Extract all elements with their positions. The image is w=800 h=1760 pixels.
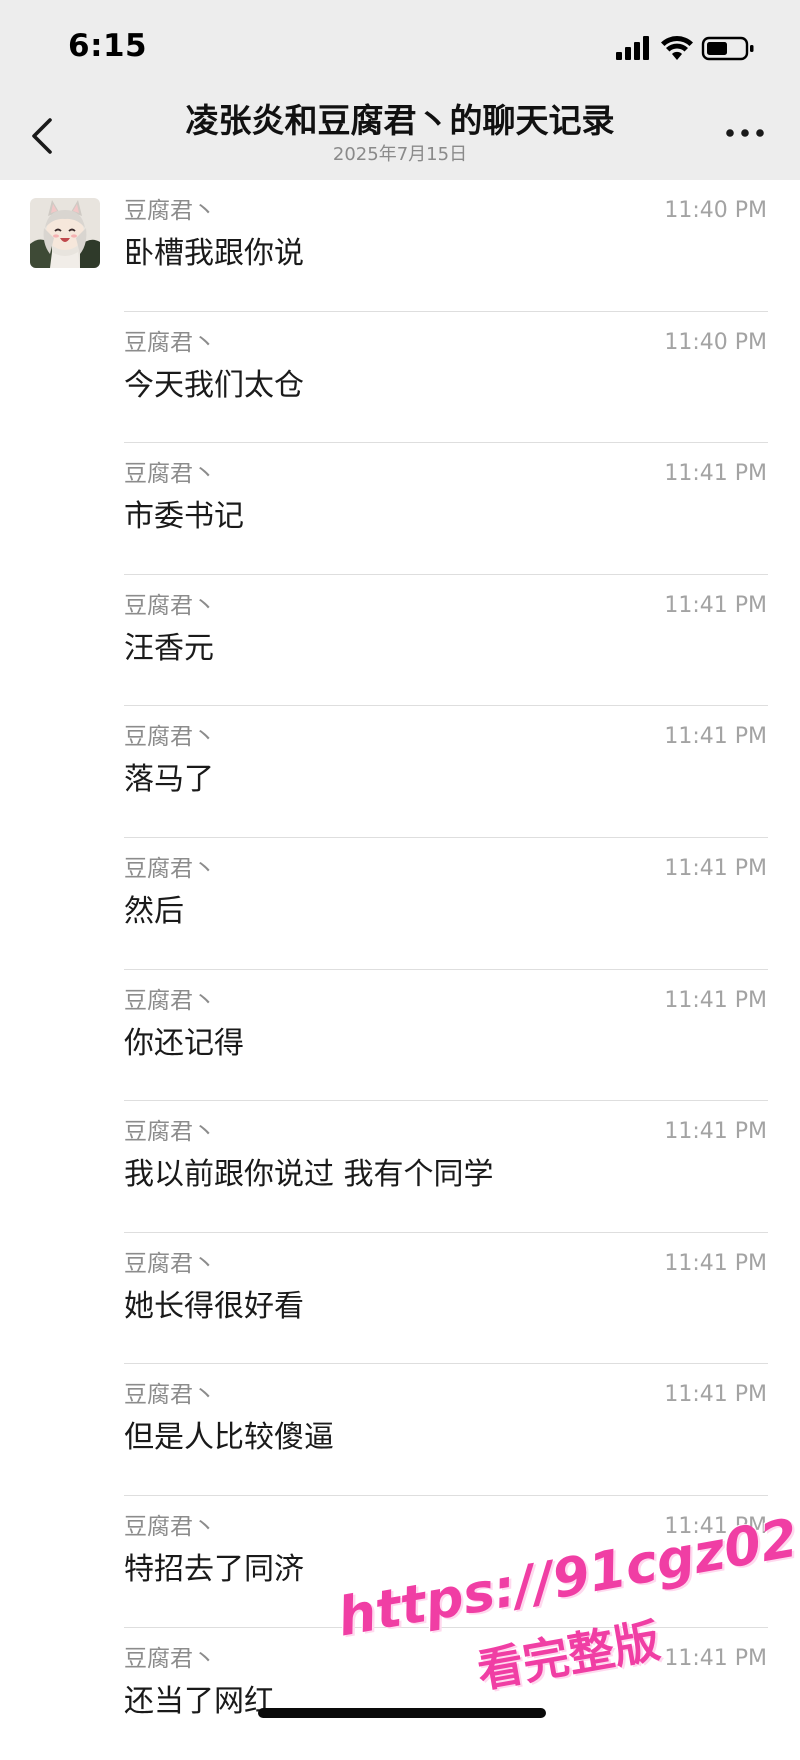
navigation-header: 6:15 凌张炎和豆腐君丶的聊天记录 2025年7月15日	[0, 0, 800, 180]
avatar-image	[30, 198, 100, 268]
message-sender: 豆腐君丶	[124, 1645, 216, 1672]
chat-date: 2025年7月15日	[332, 144, 468, 165]
message-sender: 豆腐君丶	[124, 855, 216, 882]
message-time: 11:41 PM	[664, 1250, 767, 1276]
signal-icon	[616, 36, 649, 60]
message-text[interactable]: 然后	[124, 890, 184, 934]
message-list: 豆腐君丶 11:40 PM 卧槽我跟你说 豆腐君丶 11:40 PM 今天我们太…	[0, 180, 800, 1759]
message-row[interactable]: 豆腐君丶 11:41 PM 特招去了同济	[0, 1496, 800, 1628]
message-text[interactable]: 汪香元	[124, 627, 214, 671]
message-sender: 豆腐君丶	[124, 198, 216, 224]
status-bar-icons	[616, 36, 754, 61]
message-row[interactable]: 豆腐君丶 11:41 PM 她长得很好看	[0, 1233, 800, 1365]
avatar[interactable]	[30, 198, 100, 268]
message-time: 11:40 PM	[664, 329, 767, 355]
message-time: 11:41 PM	[664, 987, 767, 1013]
message-time: 11:41 PM	[664, 724, 767, 750]
message-sender: 豆腐君丶	[124, 592, 216, 619]
message-row[interactable]: 豆腐君丶 11:41 PM 落马了	[0, 706, 800, 838]
message-text[interactable]: 我以前跟你说过 我有个同学	[124, 1153, 494, 1197]
wifi-icon	[661, 36, 693, 60]
message-time: 11:41 PM	[664, 592, 767, 618]
message-time: 11:41 PM	[664, 1119, 767, 1145]
message-text[interactable]: 市委书记	[124, 495, 244, 539]
chat-title: 凌张炎和豆腐君丶的聊天记录	[185, 101, 615, 140]
message-sender: 豆腐君丶	[124, 461, 216, 488]
back-button[interactable]	[24, 108, 64, 164]
message-sender: 豆腐君丶	[124, 329, 216, 356]
message-time: 11:41 PM	[664, 461, 767, 487]
message-row[interactable]: 豆腐君丶 11:41 PM 还当了网红	[0, 1628, 800, 1760]
message-text[interactable]: 落马了	[124, 758, 214, 802]
more-button[interactable]	[724, 118, 766, 148]
more-dots-icon	[726, 129, 764, 137]
message-row[interactable]: 豆腐君丶 11:41 PM 但是人比较傻逼	[0, 1364, 800, 1496]
battery-icon	[701, 36, 754, 61]
message-time: 11:41 PM	[664, 1382, 767, 1408]
message-sender: 豆腐君丶	[124, 1119, 216, 1146]
message-text[interactable]: 还当了网红	[124, 1680, 274, 1724]
message-text[interactable]: 卧槽我跟你说	[124, 232, 304, 276]
message-row[interactable]: 豆腐君丶 11:41 PM 汪香元	[0, 575, 800, 707]
message-sender: 豆腐君丶	[124, 1250, 216, 1277]
message-time: 11:41 PM	[664, 855, 767, 881]
title-block: 凌张炎和豆腐君丶的聊天记录 2025年7月15日	[110, 100, 690, 166]
message-row[interactable]: 豆腐君丶 11:41 PM 市委书记	[0, 443, 800, 575]
status-bar-time: 6:15	[68, 28, 148, 64]
message-row[interactable]: 豆腐君丶 11:41 PM 你还记得	[0, 970, 800, 1102]
message-sender: 豆腐君丶	[124, 987, 216, 1014]
message-sender: 豆腐君丶	[124, 1382, 216, 1409]
message-text[interactable]: 特招去了同济	[124, 1548, 304, 1592]
message-text[interactable]: 她长得很好看	[124, 1285, 304, 1329]
message-row[interactable]: 豆腐君丶 11:41 PM 我以前跟你说过 我有个同学	[0, 1101, 800, 1233]
message-time: 11:41 PM	[664, 1645, 767, 1671]
message-sender: 豆腐君丶	[124, 724, 216, 751]
home-indicator[interactable]	[258, 1708, 546, 1718]
message-text[interactable]: 今天我们太仓	[124, 364, 304, 408]
message-time: 11:41 PM	[664, 1513, 767, 1539]
chevron-left-icon	[32, 118, 52, 154]
message-row[interactable]: 豆腐君丶 11:41 PM 然后	[0, 838, 800, 970]
message-text[interactable]: 你还记得	[124, 1022, 244, 1066]
message-sender: 豆腐君丶	[124, 1513, 216, 1540]
message-text[interactable]: 但是人比较傻逼	[124, 1416, 334, 1460]
message-row[interactable]: 豆腐君丶 11:40 PM 卧槽我跟你说	[0, 180, 800, 312]
message-row[interactable]: 豆腐君丶 11:40 PM 今天我们太仓	[0, 312, 800, 444]
message-time: 11:40 PM	[664, 198, 767, 223]
